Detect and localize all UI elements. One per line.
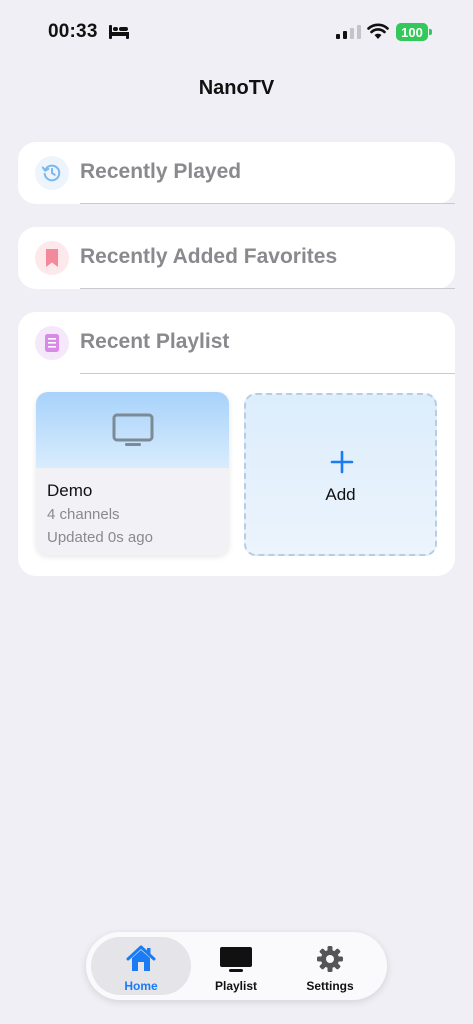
divider	[80, 288, 455, 289]
plus-icon	[330, 450, 354, 474]
add-playlist-label: Add	[325, 485, 356, 504]
tab-home-label: Home	[124, 979, 158, 993]
playlist-banner	[36, 392, 229, 468]
recently-played-card[interactable]: Recently Played	[18, 142, 455, 204]
add-playlist-button[interactable]: Add	[244, 393, 437, 556]
battery-level: 100	[401, 24, 423, 40]
battery-tip	[429, 29, 432, 35]
app-title: NanoTV	[198, 77, 275, 99]
bookmark-icon	[35, 241, 69, 275]
recently-played-header[interactable]: Recently Played	[18, 142, 455, 204]
recently-added-favorites-title: Recently Added Favorites	[80, 245, 338, 268]
playlist-channel-count: 4 channels	[47, 506, 120, 523]
tab-bar: Home Playlist Settings	[86, 932, 387, 1000]
tab-playlist[interactable]: Playlist	[186, 937, 286, 995]
status-bar: 00:33 100	[0, 0, 473, 64]
recent-playlist-title: Recent Playlist	[80, 330, 230, 353]
tab-playlist-label: Playlist	[214, 979, 258, 993]
recent-playlist-card: Recent Playlist Demo 4 channels Updated …	[18, 312, 455, 576]
recently-added-favorites-header[interactable]: Recently Added Favorites	[18, 227, 455, 289]
status-time: 00:33	[48, 21, 98, 42]
gear-icon	[317, 946, 343, 972]
tab-home[interactable]: Home	[91, 937, 191, 995]
battery-indicator: 100	[396, 23, 428, 41]
bed-icon	[109, 25, 129, 39]
recently-added-favorites-card[interactable]: Recently Added Favorites	[18, 227, 455, 289]
tv-icon	[220, 947, 252, 972]
wifi-icon	[367, 23, 389, 39]
home-icon	[126, 945, 156, 971]
divider	[80, 373, 455, 374]
tv-icon	[112, 413, 153, 446]
playlist-card-demo[interactable]: Demo 4 channels Updated 0s ago	[36, 392, 229, 555]
playlist-updated-time: Updated 0s ago	[47, 529, 153, 546]
playlist-name: Demo	[47, 481, 93, 500]
recently-played-title: Recently Played	[80, 160, 242, 183]
history-icon	[35, 156, 69, 190]
recent-playlist-header[interactable]: Recent Playlist	[18, 312, 455, 374]
tab-settings[interactable]: Settings	[280, 937, 380, 995]
tab-settings-label: Settings	[306, 979, 354, 993]
divider	[80, 203, 455, 204]
signal-icon	[336, 25, 361, 39]
list-icon	[35, 326, 69, 360]
